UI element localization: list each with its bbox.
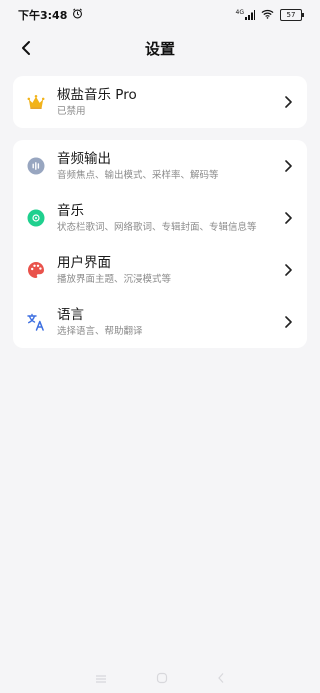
network-type: 4G <box>235 9 244 16</box>
battery-level: 57 <box>286 11 296 19</box>
palette-icon <box>27 261 45 279</box>
settings-item-language[interactable]: 语言 选择语言、帮助翻译 <box>13 296 307 348</box>
chevron-right-icon <box>283 160 293 172</box>
chevron-right-icon <box>283 96 293 108</box>
pro-status: 已禁用 <box>57 106 86 117</box>
audio-output-sub: 音频焦点、输出模式、采样率、解码等 <box>57 170 219 181</box>
settings-item-music[interactable]: 音乐 状态栏歌词、网络歌词、专辑封面、专辑信息等 <box>13 192 307 244</box>
pro-card: 椒盐音乐 Pro 已禁用 <box>13 76 307 128</box>
language-sub: 选择语言、帮助翻译 <box>57 326 143 337</box>
translate-icon <box>27 313 45 331</box>
chevron-right-icon <box>283 316 293 328</box>
page-title: 设置 <box>144 39 175 58</box>
user-interface-label: 用户界面 <box>57 255 111 271</box>
settings-item-user-interface[interactable]: 用户界面 播放界面主题、沉浸模式等 <box>13 244 307 296</box>
status-time: 下午3:48 <box>18 9 68 22</box>
back-button[interactable] <box>14 36 38 60</box>
music-label: 音乐 <box>57 203 84 219</box>
settings-card: 音频输出 音频焦点、输出模式、采样率、解码等 音乐 状态栏歌词、网络歌词、专辑封… <box>13 140 307 348</box>
language-texts: 语言 选择语言、帮助翻译 <box>57 306 283 338</box>
menu-nav-icon[interactable] <box>95 669 107 688</box>
chevron-right-icon <box>283 212 293 224</box>
settings-item-pro[interactable]: 椒盐音乐 Pro 已禁用 <box>13 76 307 128</box>
back-arrow-icon <box>22 41 30 55</box>
audio-output-label: 音频输出 <box>57 151 111 167</box>
user-interface-texts: 用户界面 播放界面主题、沉浸模式等 <box>57 254 283 286</box>
status-bar: 下午3:48 4G 57 <box>0 0 320 30</box>
back-nav-icon[interactable] <box>217 669 225 688</box>
settings-item-audio-output[interactable]: 音频输出 音频焦点、输出模式、采样率、解码等 <box>13 140 307 192</box>
language-label: 语言 <box>57 307 84 323</box>
battery-icon: 57 <box>280 9 304 21</box>
audio-output-texts: 音频输出 音频焦点、输出模式、采样率、解码等 <box>57 150 283 182</box>
pro-label: 椒盐音乐 Pro <box>57 87 137 103</box>
system-nav-bar <box>0 663 320 693</box>
home-nav-icon[interactable] <box>156 669 168 688</box>
header: 设置 <box>0 30 320 66</box>
music-sub: 状态栏歌词、网络歌词、专辑封面、专辑信息等 <box>57 222 257 233</box>
signal-icon: 4G <box>236 10 255 20</box>
crown-icon <box>27 93 45 111</box>
music-disc-icon <box>27 209 45 227</box>
user-interface-sub: 播放界面主题、沉浸模式等 <box>57 274 172 285</box>
status-left: 下午3:48 <box>18 7 83 23</box>
alarm-icon <box>72 8 83 22</box>
music-texts: 音乐 状态栏歌词、网络歌词、专辑封面、专辑信息等 <box>57 202 283 234</box>
audio-output-icon <box>27 157 45 175</box>
pro-texts: 椒盐音乐 Pro 已禁用 <box>57 86 283 118</box>
status-right: 4G 57 <box>236 9 304 22</box>
chevron-right-icon <box>283 264 293 276</box>
wifi-icon <box>261 9 274 22</box>
